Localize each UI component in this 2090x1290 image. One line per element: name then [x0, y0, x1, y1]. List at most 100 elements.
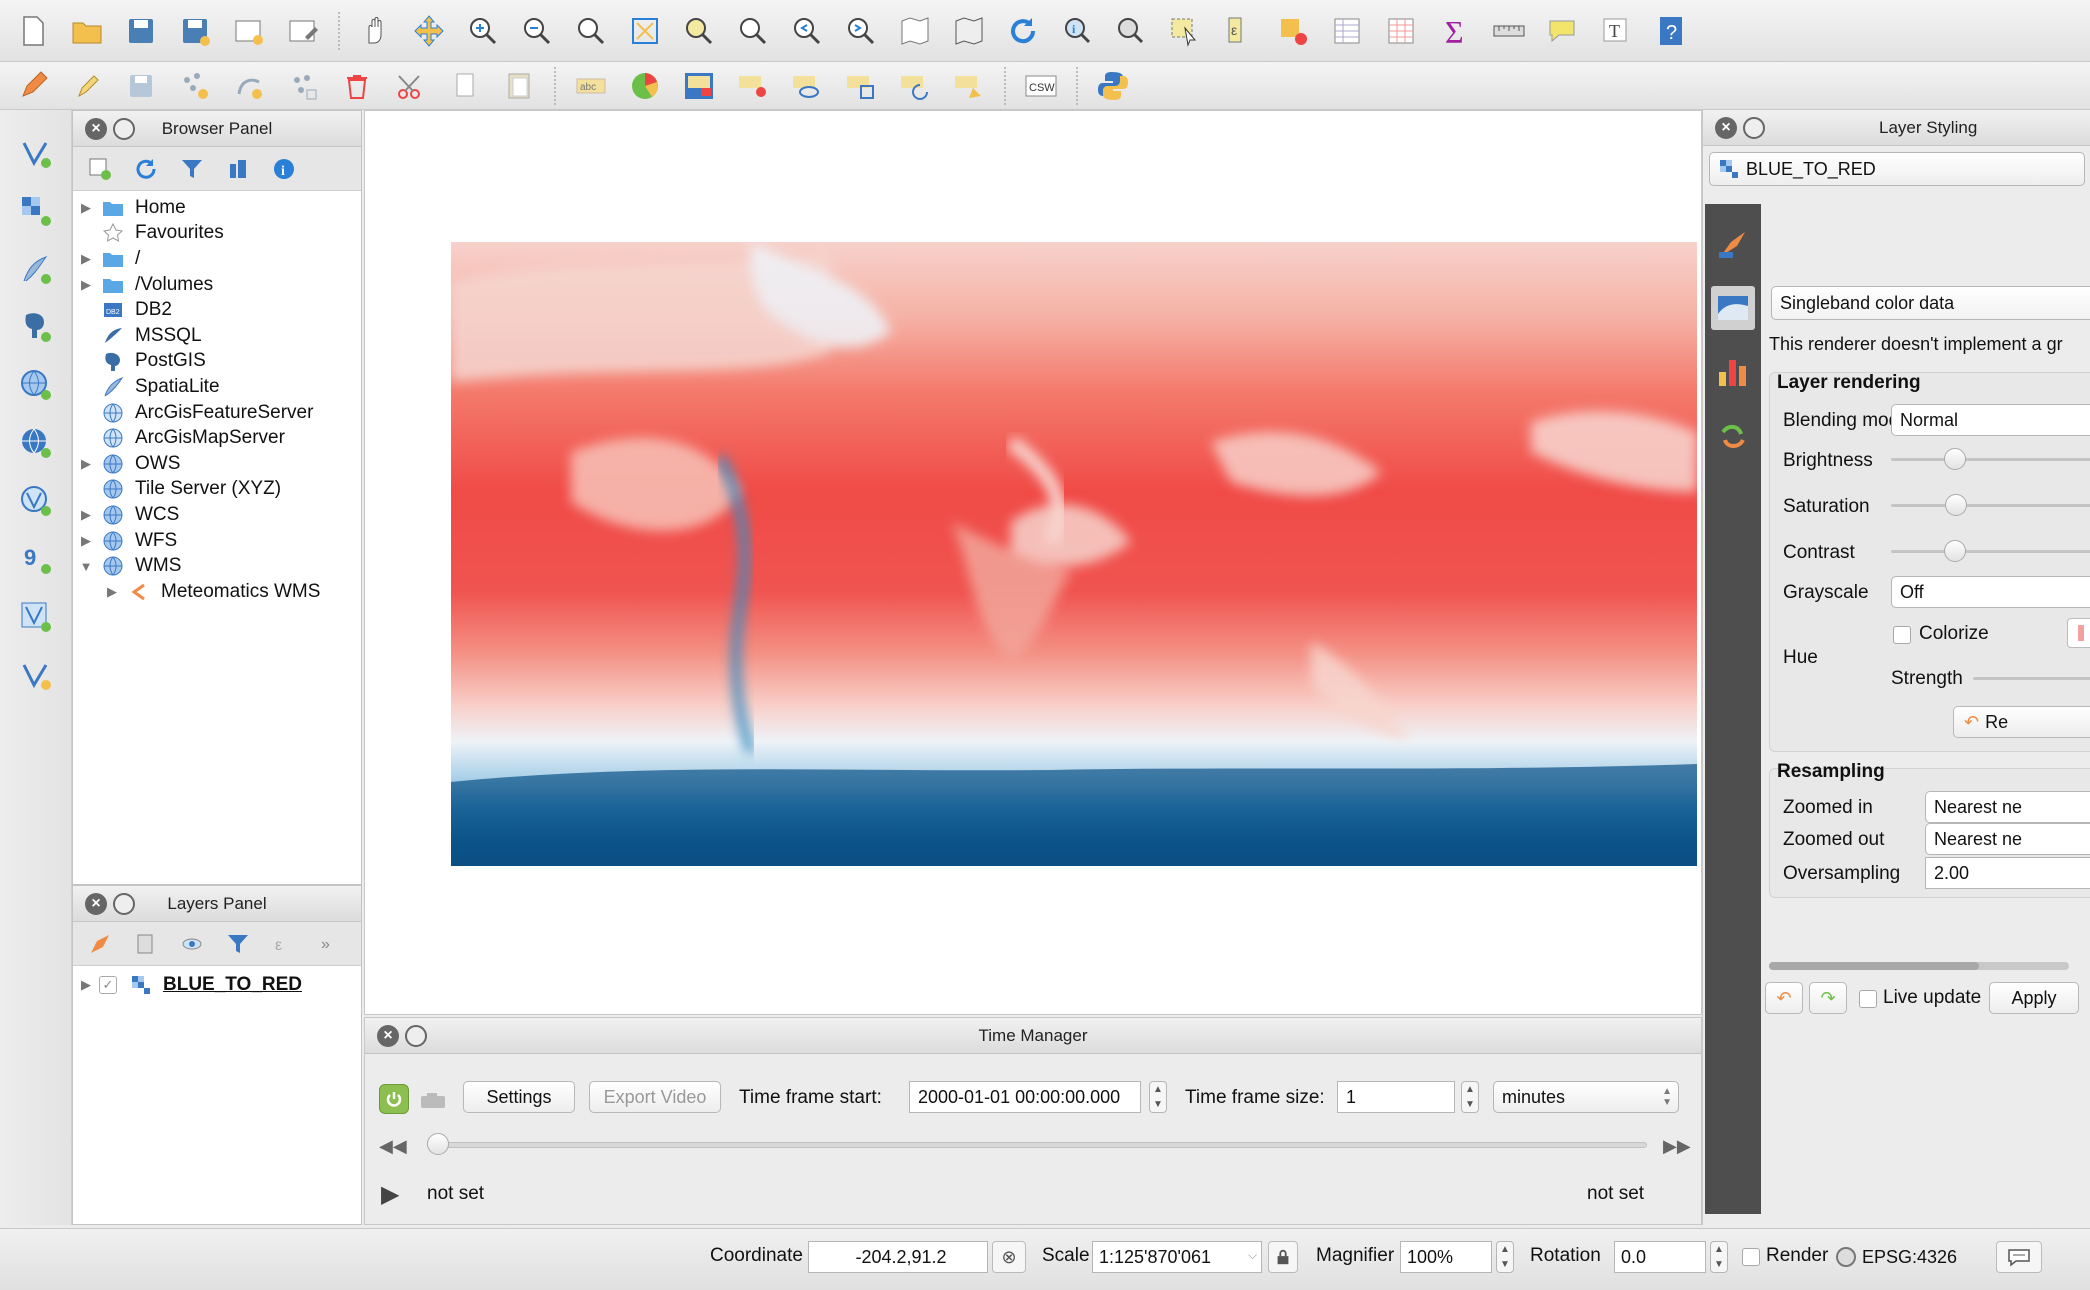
browser-item[interactable]: ▶ WFS: [73, 528, 361, 554]
reset-button[interactable]: ↶ Re: [1953, 706, 2090, 738]
paste-icon[interactable]: [496, 64, 542, 108]
sum-icon[interactable]: Σ: [1432, 9, 1478, 53]
more-icon[interactable]: »: [313, 927, 347, 961]
node-tool-icon[interactable]: [226, 64, 272, 108]
saturation-slider[interactable]: [1891, 504, 2090, 507]
save-project-icon[interactable]: [118, 9, 164, 53]
zoom-in-icon[interactable]: [460, 9, 506, 53]
new-3d-map-icon[interactable]: [946, 9, 992, 53]
move-label-icon[interactable]: [838, 64, 884, 108]
rotation-field[interactable]: 0.0: [1614, 1241, 1706, 1273]
crs-button[interactable]: EPSG:4326: [1836, 1241, 1957, 1273]
collapse-arrow-icon[interactable]: ▼: [73, 559, 99, 574]
renderer-select[interactable]: Singleband color data: [1771, 286, 2090, 320]
zoom-out-icon[interactable]: [514, 9, 560, 53]
action-icon[interactable]: [1108, 9, 1154, 53]
add-postgis-icon[interactable]: [9, 302, 63, 352]
expand-arrow-icon[interactable]: ▶: [73, 251, 99, 267]
live-update-checkbox[interactable]: [1859, 990, 1877, 1008]
float-panel-icon[interactable]: [1743, 117, 1765, 139]
render-checkbox[interactable]: [1742, 1248, 1760, 1266]
browser-item[interactable]: ▶ /Volumes: [73, 272, 361, 298]
save-as-icon[interactable]: [172, 9, 218, 53]
close-icon[interactable]: ×: [85, 893, 107, 915]
messages-icon[interactable]: [1996, 1241, 2042, 1273]
select-icon[interactable]: [1162, 9, 1208, 53]
colorize-color-swatch[interactable]: [2067, 618, 2090, 648]
browser-item[interactable]: Favourites: [73, 221, 361, 247]
add-vector-layer-icon[interactable]: [9, 128, 63, 178]
zoomed-in-select[interactable]: Nearest ne: [1925, 791, 2090, 823]
identify-icon[interactable]: i: [1054, 9, 1100, 53]
expand-arrow-icon[interactable]: ▶: [73, 456, 99, 472]
pie-diagram-icon[interactable]: [622, 64, 668, 108]
zoomed-out-select[interactable]: Nearest ne: [1925, 823, 2090, 855]
collapse-all-icon[interactable]: [221, 152, 255, 186]
history-tab-icon[interactable]: [1711, 414, 1755, 458]
layer-item[interactable]: ▶ ✓ BLUE_TO_RED: [73, 972, 361, 998]
deselect-icon[interactable]: ε: [1216, 9, 1262, 53]
cut-icon[interactable]: [388, 64, 434, 108]
step-back-icon[interactable]: ◀◀: [379, 1136, 407, 1157]
play-icon[interactable]: ▶: [381, 1180, 399, 1209]
copy-icon[interactable]: [442, 64, 488, 108]
rotate-label-icon[interactable]: [892, 64, 938, 108]
export-video-button[interactable]: Export Video: [589, 1081, 721, 1113]
zoom-to-layer-icon[interactable]: [730, 9, 776, 53]
time-slider[interactable]: [429, 1142, 1647, 1148]
zoom-to-selection-icon[interactable]: [676, 9, 722, 53]
strength-slider[interactable]: [1973, 677, 2090, 680]
browser-item[interactable]: ▶ /: [73, 246, 361, 272]
pan-icon[interactable]: [352, 9, 398, 53]
change-label-icon[interactable]: [946, 64, 992, 108]
add-feature-icon[interactable]: [172, 64, 218, 108]
browser-item[interactable]: ▶ Home: [73, 195, 361, 221]
time-frame-size-stepper[interactable]: ▲ ▼: [1461, 1081, 1479, 1113]
expand-arrow-icon[interactable]: ▶: [99, 584, 125, 600]
add-group-icon[interactable]: [129, 927, 163, 961]
add-wfs-icon[interactable]: [9, 476, 63, 526]
browser-item[interactable]: PostGIS: [73, 349, 361, 375]
delete-selected-icon[interactable]: [334, 64, 380, 108]
saturation-slider-knob[interactable]: [1945, 494, 1967, 516]
magnifier-field[interactable]: 100%: [1400, 1241, 1492, 1273]
oversampling-field[interactable]: 2.00: [1925, 857, 2090, 889]
time-slider-knob[interactable]: [427, 1133, 449, 1155]
time-frame-start-stepper[interactable]: ▲ ▼: [1149, 1081, 1167, 1113]
style-manager-icon[interactable]: [83, 927, 117, 961]
apply-button[interactable]: Apply: [1989, 982, 2079, 1014]
zoom-last-icon[interactable]: [784, 9, 830, 53]
new-shapefile-icon[interactable]: [9, 650, 63, 700]
pan-to-selection-icon[interactable]: [406, 9, 452, 53]
add-raster-layer-icon[interactable]: [9, 186, 63, 236]
float-panel-icon[interactable]: [405, 1025, 427, 1047]
time-frame-start-field[interactable]: 2000-01-01 00:00:00.000: [909, 1081, 1141, 1113]
browser-item[interactable]: ▶ OWS: [73, 451, 361, 477]
new-project-icon[interactable]: [10, 9, 56, 53]
horizontal-scrollbar[interactable]: [1769, 962, 2069, 970]
scale-combobox[interactable]: 1:125'870'061 ⌵: [1092, 1241, 1262, 1273]
new-print-layout-icon[interactable]: [226, 9, 272, 53]
filter-icon[interactable]: [221, 927, 255, 961]
symbology-tab-icon[interactable]: [1711, 222, 1755, 266]
expand-arrow-icon[interactable]: ▶: [73, 507, 99, 523]
open-project-icon[interactable]: [64, 9, 110, 53]
expand-arrow-icon[interactable]: ▶: [73, 977, 99, 993]
help-icon[interactable]: ?: [1648, 9, 1694, 53]
statistics-icon[interactable]: [1378, 9, 1424, 53]
float-panel-icon[interactable]: [113, 118, 135, 140]
filter-icon[interactable]: [175, 152, 209, 186]
transparency-tab-icon[interactable]: [1711, 286, 1755, 330]
camera-icon[interactable]: [419, 1090, 447, 1110]
annotation-icon[interactable]: [1540, 9, 1586, 53]
zoom-full-icon[interactable]: [622, 9, 668, 53]
label-highlight-icon[interactable]: [676, 64, 722, 108]
pin-label-icon[interactable]: [730, 64, 776, 108]
float-panel-icon[interactable]: [113, 893, 135, 915]
add-spatialite-icon[interactable]: [9, 244, 63, 294]
time-unit-select[interactable]: minutes ▲ ▼: [1493, 1081, 1679, 1113]
field-calculator-icon[interactable]: [1270, 9, 1316, 53]
zoom-next-icon[interactable]: [838, 9, 884, 53]
text-annotation-icon[interactable]: T: [1594, 9, 1640, 53]
refresh-icon[interactable]: [1000, 9, 1046, 53]
